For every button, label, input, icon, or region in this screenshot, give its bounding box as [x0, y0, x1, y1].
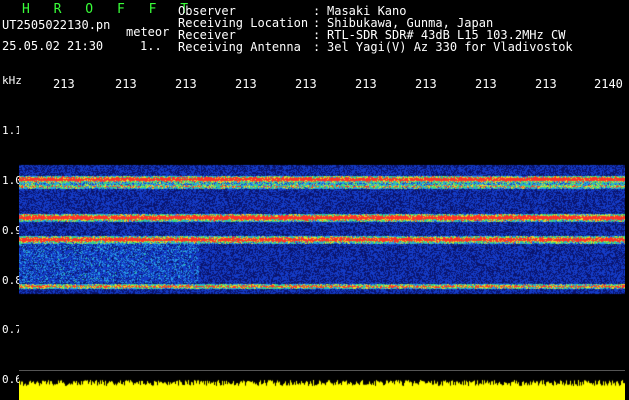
time-tick: 213	[115, 77, 137, 91]
duration-mark: 1..	[140, 39, 162, 53]
antenna-label: Receiving Antenna	[178, 40, 301, 54]
app-brand: H R O F F T	[22, 2, 197, 17]
signal-level-strip	[19, 378, 625, 400]
time-tick: 213	[295, 77, 317, 91]
mode-label: meteor	[126, 25, 170, 39]
time-tick: 213	[355, 77, 377, 91]
spectrogram-display	[19, 93, 625, 378]
time-tick: 213	[415, 77, 437, 91]
timestamp: 25.05.02 21:30	[2, 39, 104, 53]
baseline-rule	[19, 370, 625, 371]
time-tick: 213	[475, 77, 497, 91]
time-tick: 213	[535, 77, 557, 91]
file-name: UT2505022130.pn	[2, 18, 111, 32]
time-axis: 213 213 213 213 213 213 213 213 213 2140	[0, 78, 629, 94]
antenna-value: 3el Yagi(V) Az 330 for Vladivostok	[327, 40, 573, 54]
time-tick: 213	[235, 77, 257, 91]
time-tick: 213	[53, 77, 75, 91]
time-tick: 213	[175, 77, 197, 91]
antenna-separator: :	[313, 40, 321, 54]
time-tick: 2140	[594, 77, 623, 91]
